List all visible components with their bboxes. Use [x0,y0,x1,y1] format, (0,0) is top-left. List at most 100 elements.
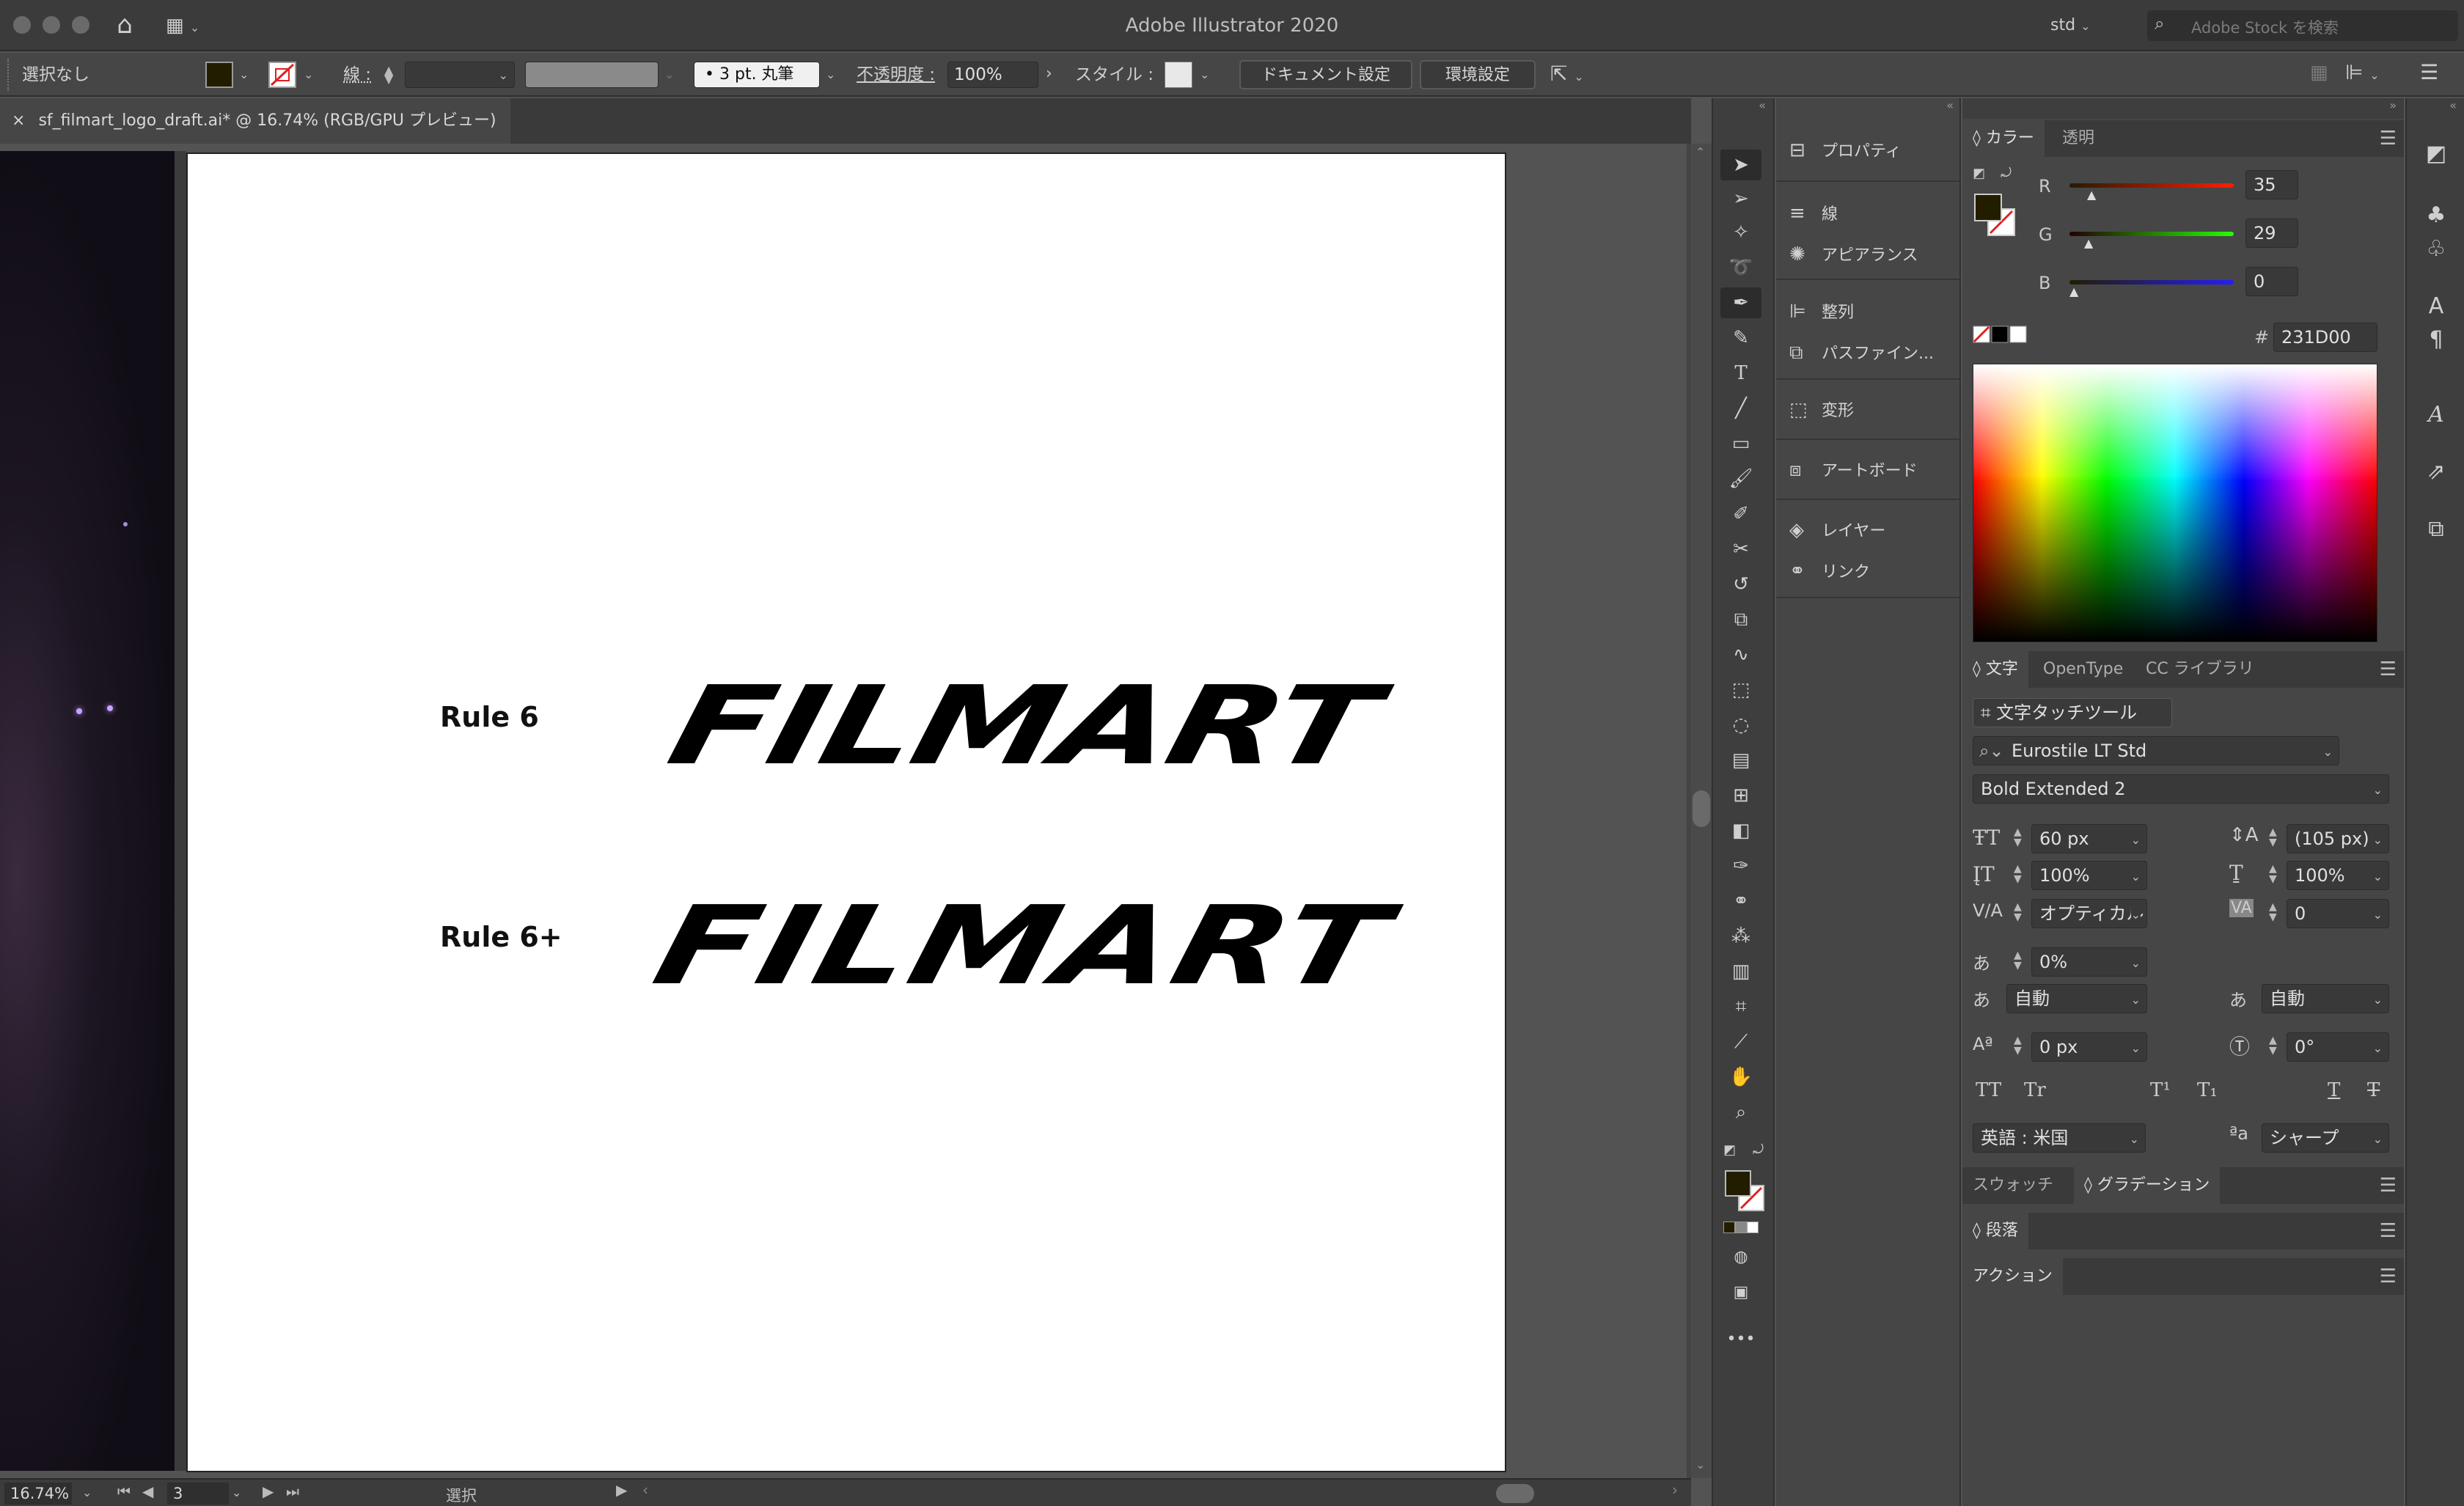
tracking-stepper[interactable]: ▲ ▼ [2269,902,2277,922]
dock-item-links[interactable]: ⚭ リンク [1789,554,1958,588]
brushes-icon[interactable]: ♧ [2419,232,2454,267]
subscript-button[interactable]: T₁ [2197,1079,2218,1101]
horizontal-scale-stepper[interactable]: ▲ ▼ [2269,864,2277,884]
dock-item-stroke[interactable]: ≡ 線 [1789,196,1958,230]
shaper-tool-icon[interactable]: ✐ [1720,499,1761,529]
tab-gradient[interactable]: ◊ グラデーション [2074,1167,2221,1204]
dock-item-align[interactable]: ⊫ 整列 [1789,295,1958,328]
swap-colors-icon[interactable]: ⤾ [2001,166,2012,181]
dock-item-artboards[interactable]: ⧈ アートボード [1789,453,1958,487]
collapse-tools-icon[interactable]: « [1713,98,1773,119]
graphic-style-swatch[interactable] [1165,62,1192,88]
artboard-number-input[interactable]: 3 [167,1483,229,1505]
workspace-switcher[interactable]: std ⌄ [2050,11,2119,40]
green-value-input[interactable]: 29 [2245,218,2298,248]
hex-value-input[interactable]: 231D00 [2273,323,2377,352]
glyphs-icon[interactable]: A [2419,397,2454,433]
tracking-input[interactable]: 0 ⌄ [2287,899,2389,928]
asset-export-icon[interactable]: ⧉ [2419,512,2454,547]
shape-builder-tool-icon[interactable]: ◌ [1720,710,1761,741]
font-style-select[interactable]: Bold Extended 2 ⌄ [1973,774,2389,804]
color-mode-buttons[interactable] [1723,1222,1764,1235]
leading-stepper[interactable]: ▲ ▼ [2269,827,2277,848]
tab-opentype[interactable]: OpenType [2033,651,2133,688]
font-size-input[interactable]: 60 px ⌄ [2031,824,2147,853]
zoom-level-input[interactable]: 16.74% [4,1483,72,1505]
zoom-tool-icon[interactable]: ⌕ [1720,1097,1761,1128]
stroke-color-swatch[interactable] [268,62,296,88]
align-icon[interactable]: ▦ [2310,62,2328,84]
magic-wand-tool-icon[interactable]: ✧ [1720,217,1761,248]
pen-tool-icon[interactable]: ✒ [1720,287,1761,318]
dock-item-pathfinder[interactable]: ⧉ パスファイン... [1789,336,1958,370]
export-icon[interactable]: ⇗ [2419,455,2454,490]
stock-search-input[interactable]: ⌕ Adobe Stock を検索 [2147,10,2458,41]
tab-actions[interactable]: アクション [1962,1258,2063,1295]
mesh-tool-icon[interactable]: ⊞ [1720,780,1761,811]
transform-icon[interactable]: ⊫ ⌄ [2345,60,2380,84]
all-caps-button[interactable]: TT [1976,1079,2001,1101]
leading-input[interactable]: (105 px) ⌄ [2287,824,2389,853]
stroke-weight-stepper[interactable]: ▲ ▼ [384,65,393,85]
color-spectrum[interactable] [1973,364,2377,642]
canvas[interactable]: Rule 6 FILMART Rule 6+ FILMART ⌃ ⌄ [0,144,1712,1478]
type-tool-icon[interactable]: T [1720,358,1761,389]
baseline-shift-input[interactable]: 0 px ⌄ [2031,1032,2147,1062]
chevron-down-icon[interactable]: ⌄ [232,1485,241,1499]
chevron-down-icon[interactable]: ⌄ [826,67,835,81]
none-black-white-swatches[interactable] [1973,326,2028,343]
blue-slider[interactable] [2069,280,2234,284]
control-bar-grip[interactable] [7,59,12,91]
artboard[interactable]: Rule 6 FILMART Rule 6+ FILMART [186,153,1506,1472]
green-slider-thumb[interactable]: ▲ [2084,236,2093,250]
hand-tool-icon[interactable]: ✋ [1720,1062,1761,1092]
superscript-button[interactable]: T¹ [2150,1079,2171,1101]
language-select[interactable]: 英語 : 米国 ⌄ [1973,1123,2146,1153]
tab-cc-libraries[interactable]: CC ライブラリ [2135,651,2265,688]
panel-menu-icon[interactable]: ☰ [2380,1258,2397,1295]
libraries-icon[interactable]: ◩ [2419,136,2454,172]
chevron-down-icon[interactable]: ⌄ [664,67,674,81]
rule-6-plus-label[interactable]: Rule 6+ [440,921,562,953]
aki-left-select[interactable]: 自動 ⌄ [2006,984,2147,1013]
chevron-right-icon[interactable]: › [1046,65,1052,83]
panel-menu-icon[interactable]: ☰ [2380,651,2397,688]
next-artboard-icon[interactable]: ▶ [263,1483,274,1500]
antialias-select[interactable]: シャープ ⌄ [2262,1123,2389,1153]
collapse-dock-icon[interactable]: « [1776,98,1961,119]
blend-tool-icon[interactable]: ⚭ [1720,886,1761,917]
chevron-down-icon[interactable]: ⌄ [304,67,313,81]
vertical-scale-stepper[interactable]: ▲ ▼ [2014,864,2022,884]
control-bar-menu-icon[interactable]: ☰ [2420,60,2438,84]
previous-artboard-icon[interactable]: ◀ [142,1483,153,1500]
lasso-tool-icon[interactable]: ➰ [1720,252,1761,283]
red-value-input[interactable]: 35 [2245,170,2298,199]
stroke-weight-input[interactable]: ⌄ [405,62,515,88]
vertical-scale-input[interactable]: 100% ⌄ [2031,861,2147,890]
free-transform-tool-icon[interactable]: ⬚ [1720,675,1761,705]
small-caps-button[interactable]: Tr [2024,1079,2046,1101]
blue-value-input[interactable]: 0 [2245,267,2298,296]
variable-width-profile[interactable] [525,62,659,88]
document-settings-button[interactable]: ドキュメント設定 [1239,60,1412,89]
dock-item-transform[interactable]: ⬚ 変形 [1789,393,1958,427]
kerning-stepper[interactable]: ▲ ▼ [2014,902,2022,922]
paragraph-styles-icon[interactable]: ¶ [2419,323,2454,358]
baseline-shift-stepper[interactable]: ▲ ▼ [2014,1035,2022,1056]
screen-mode-icon[interactable]: ▣ [1720,1277,1761,1308]
column-graph-tool-icon[interactable]: ▥ [1720,956,1761,987]
dock-item-layers[interactable]: ◈ レイヤー [1789,513,1958,547]
vertical-scroll-thumb[interactable] [1693,790,1710,827]
expand-strip-icon[interactable]: « [2407,98,2464,119]
drawing-mode-icon[interactable]: ◍ [1720,1242,1761,1273]
chevron-down-icon[interactable]: ⌄ [1200,67,1209,81]
dock-item-appearance[interactable]: ✺ アピアランス [1789,238,1958,271]
swap-colors-icon[interactable]: ⤾ [1753,1142,1764,1158]
scale-tool-icon[interactable]: ⧉ [1720,604,1761,635]
curvature-tool-icon[interactable]: ✎ [1720,323,1761,353]
document-tab[interactable]: × sf_filmart_logo_draft.ai* @ 16.74% (RGB… [0,98,510,144]
fill-color-swatch[interactable] [205,62,233,88]
default-colors-icon[interactable]: ◩ [1723,1142,1736,1158]
brush-definition[interactable]: • 3 pt. 丸筆 [694,62,820,88]
tab-color[interactable]: ◊ カラー [1962,120,2045,157]
